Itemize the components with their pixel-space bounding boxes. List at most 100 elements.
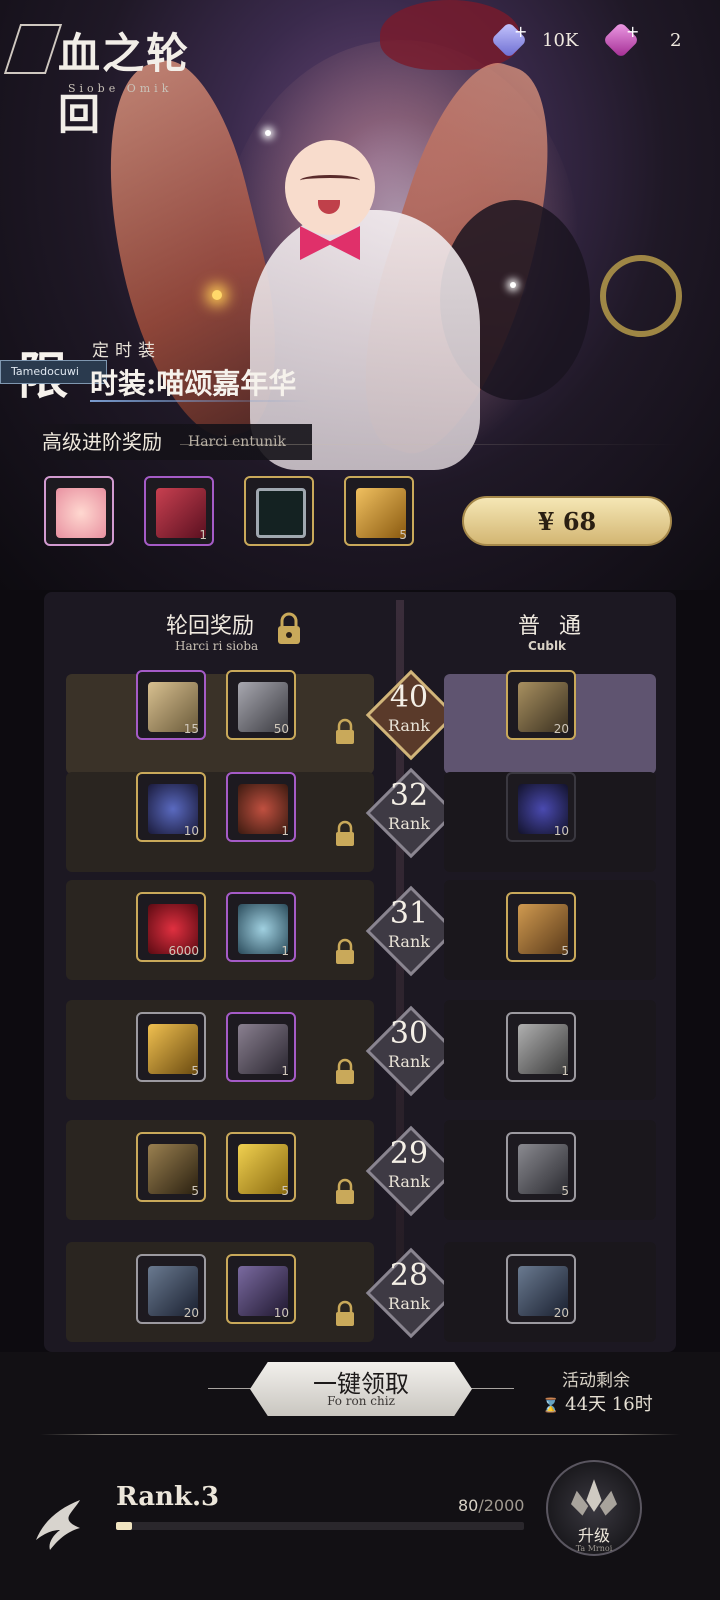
item-count: 10 (183, 824, 199, 838)
sparkle (265, 130, 271, 136)
reward-item[interactable]: 5 (506, 1132, 576, 1202)
reward-item[interactable]: 5 (136, 1012, 206, 1082)
reward-row: 15 50 40 Rank 20 (44, 660, 676, 774)
item-count: 20 (183, 1306, 199, 1320)
rank-badge: 29 Rank (365, 1125, 457, 1217)
reward-item[interactable]: 5 (506, 892, 576, 962)
rank-label: Rank (388, 716, 430, 735)
lock-icon (336, 1300, 354, 1326)
exp-progress-fill (116, 1522, 133, 1530)
timed-label: 定时装 (92, 341, 161, 361)
tambourine (600, 255, 682, 337)
reward-item[interactable]: 20 (136, 1254, 206, 1324)
logo-mark-icon (3, 24, 63, 74)
premium-column-title: 轮回奖励 (166, 614, 255, 639)
preview-item-frame[interactable] (244, 476, 314, 546)
exp-max: /2000 (478, 1496, 525, 1515)
lock-icon (336, 820, 354, 846)
item-count: 1 (281, 944, 289, 958)
lock-icon (336, 938, 354, 964)
rank-number: 32 (389, 778, 429, 813)
reward-item[interactable]: 20 (506, 670, 576, 740)
rank-badge: 32 Rank (365, 767, 457, 859)
rank-badge: 40 Rank (365, 669, 457, 761)
reward-item[interactable]: 15 (136, 670, 206, 740)
player-rank: Rank.3 (116, 1482, 220, 1512)
rank-label: Rank (388, 1052, 430, 1071)
preview-item-avatar[interactable] (44, 476, 114, 546)
outfit-name: 时装:喵颂嘉年华 (90, 367, 297, 400)
item-count: 5 (561, 1184, 569, 1198)
reward-item[interactable]: 10 (506, 772, 576, 842)
rank-label: Rank (388, 814, 430, 833)
rank-label: Rank (388, 1294, 430, 1313)
exp-progress-bar (116, 1522, 524, 1530)
remaining-value: 44天 16时 (565, 1394, 653, 1415)
currency-value: 2 (670, 29, 682, 51)
item-count: 50 (273, 722, 289, 736)
rank-number: 29 (389, 1136, 429, 1171)
item-count: 5 (399, 528, 407, 542)
reward-item[interactable]: 20 (506, 1254, 576, 1324)
item-count: 20 (553, 1306, 569, 1320)
preview-item-book[interactable]: 1 (144, 476, 214, 546)
upgrade-subtitle: Ta Mrnoi (575, 1544, 613, 1553)
reward-list[interactable]: 15 50 40 Rank 20 10 1 32 Rank 10 6000 1 … (44, 660, 676, 1350)
premium-reward-card (66, 1242, 374, 1342)
frame-icon (256, 488, 306, 538)
game-logo: 血之轮回 Siobe Omik (3, 20, 232, 139)
add-icon[interactable]: + (626, 22, 639, 41)
premium-reward-card (66, 1120, 374, 1220)
rank-number: 31 (389, 896, 429, 931)
reward-row: 6000 1 31 Rank 5 (44, 880, 676, 990)
reward-item[interactable]: 5 (226, 1132, 296, 1202)
reward-item[interactable]: 50 (226, 670, 296, 740)
reward-item[interactable]: 1 (506, 1012, 576, 1082)
currency-crystal-blue[interactable]: + 10K (490, 21, 578, 59)
lock-icon (336, 718, 354, 744)
premium-reward-card (66, 1000, 374, 1100)
hourglass-icon: ⌛ (542, 1398, 560, 1414)
add-icon[interactable]: + (514, 22, 527, 41)
sparkle (510, 282, 516, 288)
lock-icon (278, 612, 300, 644)
wing-rank-icon (36, 1500, 80, 1550)
premium-reward-card (66, 772, 374, 872)
logo-title: 血之轮回 (58, 29, 191, 139)
reward-item[interactable]: 5 (136, 1132, 206, 1202)
item-count: 10 (273, 1306, 289, 1320)
reward-item[interactable]: 1 (226, 1012, 296, 1082)
exp-current: 80 (458, 1496, 479, 1515)
normal-column-subtitle: Cublk (528, 639, 567, 653)
item-count: 20 (553, 722, 569, 736)
item-count: 10 (553, 824, 569, 838)
rank-badge: 30 Rank (365, 1005, 457, 1097)
rank-label: Rank (388, 1172, 430, 1191)
premium-column-subtitle: Harci ri sioba (175, 639, 259, 653)
reward-item[interactable]: 1 (226, 772, 296, 842)
remaining-label: 活动剩余 (562, 1371, 630, 1391)
reward-item[interactable]: 10 (136, 772, 206, 842)
rank-number: 40 (389, 680, 429, 715)
reward-item[interactable]: 10 (226, 1254, 296, 1324)
purchase-button[interactable]: ¥ 68 (462, 496, 672, 546)
reward-row: 5 1 30 Rank 1 (44, 1000, 676, 1110)
remaining-time: ⌛ 44天 16时 (542, 1390, 653, 1416)
section-divider (40, 1434, 680, 1435)
reward-item[interactable]: 1 (226, 892, 296, 962)
advanced-reward-title: 高级进阶奖励 (42, 430, 162, 454)
reward-row: 10 1 32 Rank 10 (44, 767, 676, 882)
item-count: 1 (561, 1064, 569, 1078)
logo-subtitle: Siobe Omik (68, 82, 173, 95)
character-face (285, 140, 375, 235)
claim-deco-line (208, 1388, 252, 1389)
item-count: 1 (199, 528, 207, 542)
claim-deco-line (470, 1388, 514, 1389)
character-eyes (300, 175, 360, 186)
preview-item-scroll[interactable]: 5 (344, 476, 414, 546)
reward-item[interactable]: 6000 (136, 892, 206, 962)
currency-crystal-pink[interactable]: + 2 (602, 21, 682, 59)
outfit-underline (90, 400, 310, 402)
item-count: 5 (191, 1184, 199, 1198)
item-count: 6000 (168, 944, 199, 958)
